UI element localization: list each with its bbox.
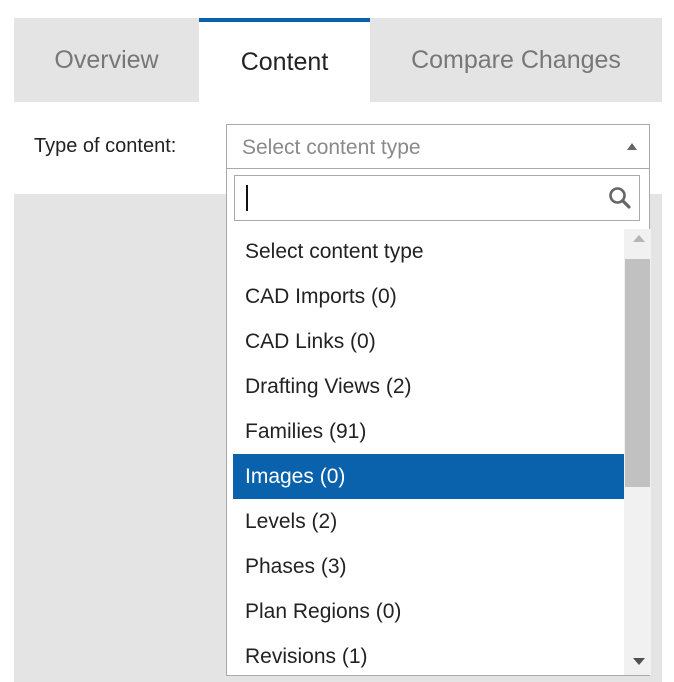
option-cad-links[interactable]: CAD Links (0): [233, 319, 624, 364]
option-drafting-views[interactable]: Drafting Views (2): [233, 364, 624, 409]
option-phases[interactable]: Phases (3): [233, 544, 624, 589]
scroll-down-icon[interactable]: [633, 658, 645, 665]
option-images[interactable]: Images (0): [233, 454, 624, 499]
dropdown-scrollbar[interactable]: [624, 229, 651, 675]
chevron-up-icon: [627, 143, 637, 150]
option-cad-imports[interactable]: CAD Imports (0): [233, 274, 624, 319]
content-type-dropdown: Select content type CAD Imports (0) CAD …: [226, 168, 651, 676]
content-type-select[interactable]: Select content type: [226, 124, 650, 170]
dropdown-search-box: [234, 175, 640, 221]
search-icon: [609, 187, 631, 209]
tab-overview[interactable]: Overview: [14, 18, 199, 102]
tab-content[interactable]: Content: [199, 18, 370, 102]
option-revisions[interactable]: Revisions (1): [233, 634, 624, 675]
option-select-content-type[interactable]: Select content type: [233, 229, 624, 274]
select-placeholder: Select content type: [242, 136, 421, 159]
scroll-up-icon[interactable]: [633, 235, 645, 242]
type-of-content-label: Type of content:: [34, 135, 177, 157]
tab-compare-changes[interactable]: Compare Changes: [370, 18, 662, 102]
dropdown-options: Select content type CAD Imports (0) CAD …: [233, 229, 624, 675]
dropdown-search-input[interactable]: [235, 176, 595, 220]
tab-bar: Overview Content Compare Changes: [14, 18, 662, 102]
option-levels[interactable]: Levels (2): [233, 499, 624, 544]
option-families[interactable]: Families (91): [233, 409, 624, 454]
option-plan-regions[interactable]: Plan Regions (0): [233, 589, 624, 634]
text-cursor: [246, 185, 248, 211]
scrollbar-thumb[interactable]: [625, 259, 650, 487]
